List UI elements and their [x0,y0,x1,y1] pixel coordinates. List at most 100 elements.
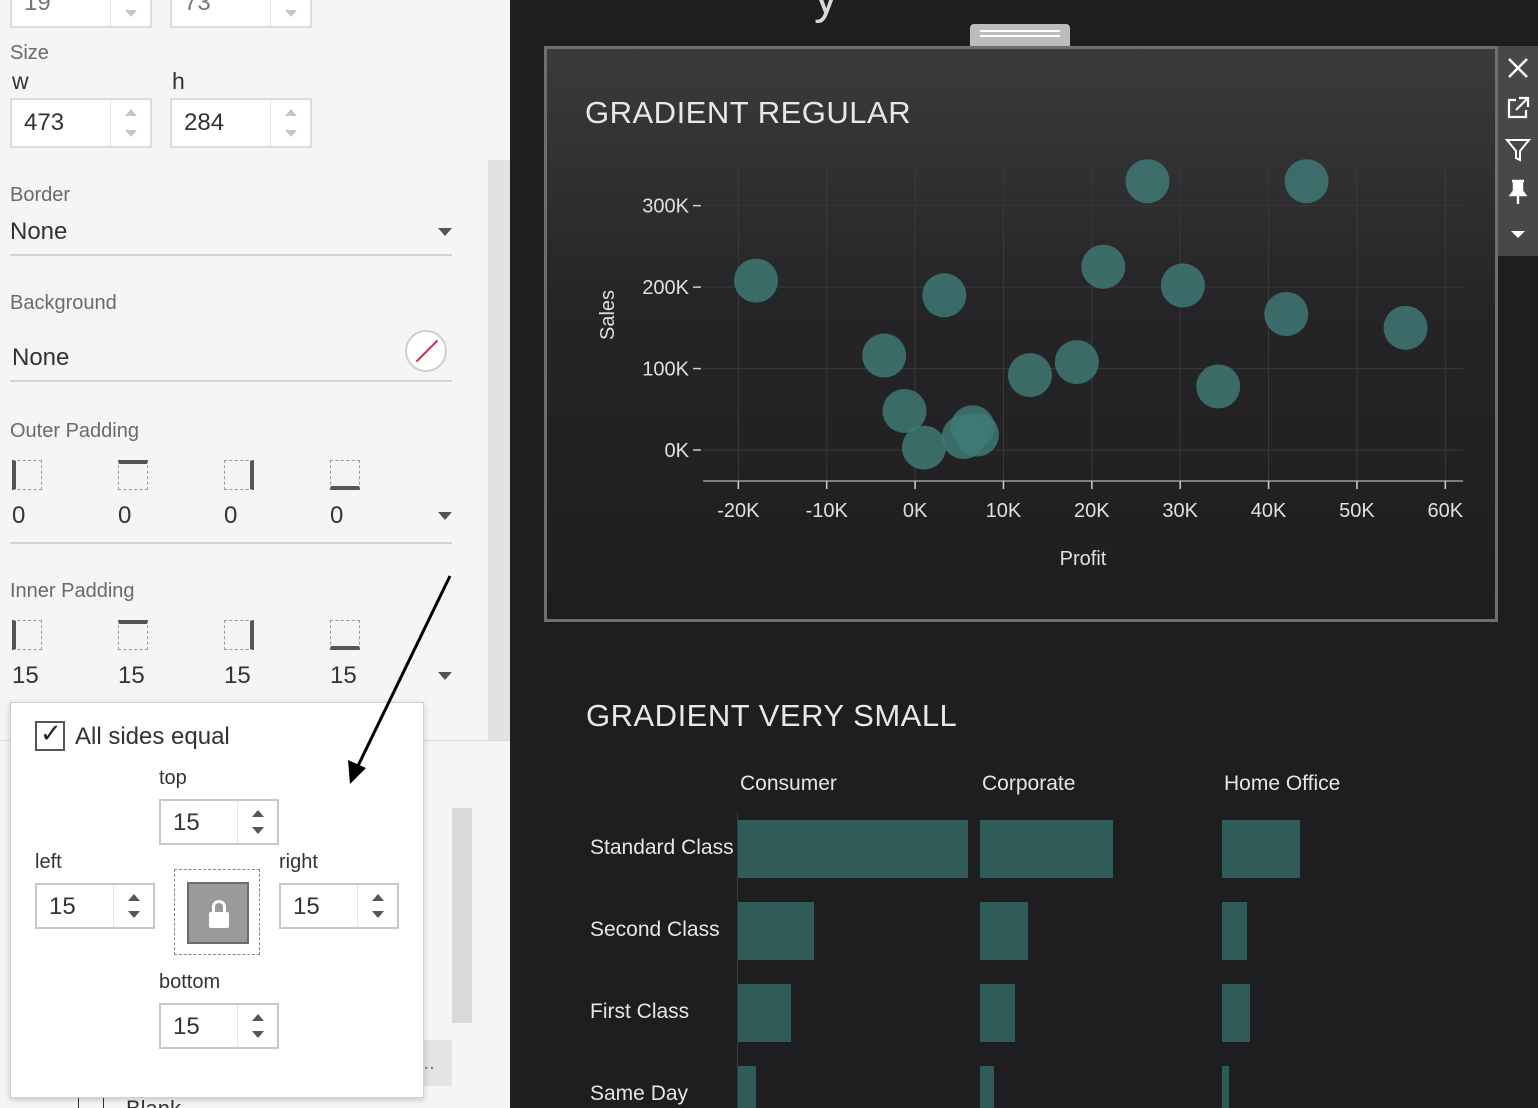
decrement-arrow-icon[interactable] [125,10,137,17]
width-field[interactable]: 473 [10,98,152,148]
bar[interactable] [980,820,1113,878]
background-field[interactable]: None [10,326,452,382]
x-stepper[interactable] [110,0,150,26]
dashboard-canvas: y GRADIENT REGULAR -20K-10K0K10K20K30K40… [510,0,1538,1108]
bar[interactable] [1222,902,1247,960]
bar[interactable] [1222,984,1250,1042]
grip-line [980,35,1060,37]
right-padding-field[interactable]: 15 [279,883,399,929]
bottom-label: bottom [159,971,221,993]
right-padding-stepper[interactable] [357,885,397,927]
scatter-point [1007,353,1052,398]
outer-padding-right: 0 [224,502,238,529]
scatter-point [954,412,999,457]
decrement-arrow-icon[interactable] [125,130,137,137]
x-position-field[interactable]: 19 [10,0,152,28]
column-header: Corporate [982,772,1076,795]
row-label: First Class [590,1000,690,1023]
bar[interactable] [738,984,791,1042]
row-label: Standard Class [590,836,734,859]
list-scrollbar[interactable] [452,808,472,1023]
increment-arrow-icon[interactable] [285,109,297,116]
x-axis-label: Profit [1060,548,1107,570]
grip-line [980,30,1060,32]
background-heading: Background [10,292,117,314]
right-label: right [279,851,318,873]
bar[interactable] [1222,1066,1229,1108]
decrement-arrow-icon[interactable] [252,1031,264,1038]
inner-padding-dropdown-icon[interactable] [438,672,452,680]
scatter-point [922,273,967,318]
more-dropdown-icon[interactable] [1502,218,1534,250]
column-header: Home Office [1224,772,1341,795]
lock-sides-button[interactable] [187,882,249,944]
y-position-field[interactable]: 73 [170,0,312,28]
left-padding-stepper[interactable] [113,885,153,927]
row-label: Second Class [590,918,720,941]
left-padding-value: 15 [49,893,76,920]
height-label: h [172,68,185,94]
increment-arrow-icon[interactable] [372,894,384,901]
width-stepper[interactable] [110,100,150,146]
bar[interactable] [1222,820,1300,878]
increment-arrow-icon[interactable] [128,894,140,901]
close-icon[interactable] [1502,52,1534,84]
bar[interactable] [738,820,968,878]
open-external-icon[interactable] [1502,92,1534,124]
scatter-point [862,333,907,378]
outer-padding-bottom: 0 [330,502,344,529]
x-tick-label: 0K [903,500,928,522]
y-tick-label: 300K [642,196,689,218]
y-axis-label: Sales [597,290,619,340]
scatter-point [734,258,779,303]
bar[interactable] [738,902,814,960]
pad-left-icon [12,460,42,490]
x-position-value: 19 [24,0,51,16]
bottom-padding-stepper[interactable] [237,1005,277,1047]
scatter-point [1383,305,1428,350]
increment-arrow-icon[interactable] [252,810,264,817]
decrement-arrow-icon[interactable] [128,911,140,918]
bar[interactable] [738,1066,756,1108]
x-tick-label: -20K [717,500,760,522]
top-padding-value: 15 [173,809,200,836]
pad-bottom-icon [330,620,360,650]
y-stepper[interactable] [270,0,310,26]
top-padding-field[interactable]: 15 [159,799,279,845]
x-tick-label: 60K [1428,500,1464,522]
bottom-padding-value: 15 [173,1013,200,1040]
pin-icon[interactable] [1502,176,1534,208]
dashboard-title-fragment: y [814,0,838,25]
top-padding-stepper[interactable] [237,801,277,843]
divider [10,380,452,382]
decrement-arrow-icon[interactable] [285,10,297,17]
filter-icon[interactable] [1502,134,1534,166]
drag-handle[interactable] [970,24,1070,48]
left-padding-field[interactable]: 15 [35,883,155,929]
bar[interactable] [980,984,1015,1042]
x-tick-label: 30K [1162,500,1198,522]
pad-top-icon [118,620,148,650]
bottom-padding-field[interactable]: 15 [159,1003,279,1049]
outer-padding-dropdown-icon[interactable] [438,512,452,520]
height-value: 284 [184,109,225,136]
bar[interactable] [980,902,1028,960]
height-stepper[interactable] [270,100,310,146]
decrement-arrow-icon[interactable] [285,130,297,137]
decrement-arrow-icon[interactable] [252,827,264,834]
increment-arrow-icon[interactable] [125,109,137,116]
scatter-point [1264,292,1309,337]
bar[interactable] [980,1066,994,1108]
x-tick-label: 20K [1074,500,1110,522]
increment-arrow-icon[interactable] [252,1014,264,1021]
height-field[interactable]: 284 [170,98,312,148]
row-label: Same Day [590,1082,689,1105]
decrement-arrow-icon[interactable] [372,911,384,918]
no-color-swatch-icon[interactable] [405,330,447,372]
selected-scatter-container[interactable]: GRADIENT REGULAR -20K -10K 0K 10K 20K 30K 40K 5… [544,46,1498,622]
scatter-point [1196,364,1241,409]
all-sides-equal-checkbox[interactable]: ✓ [35,719,65,751]
all-sides-equal-label[interactable]: All sides equal [75,723,230,751]
border-dropdown[interactable]: None [10,214,452,256]
panel-scrollbar[interactable] [488,160,510,740]
